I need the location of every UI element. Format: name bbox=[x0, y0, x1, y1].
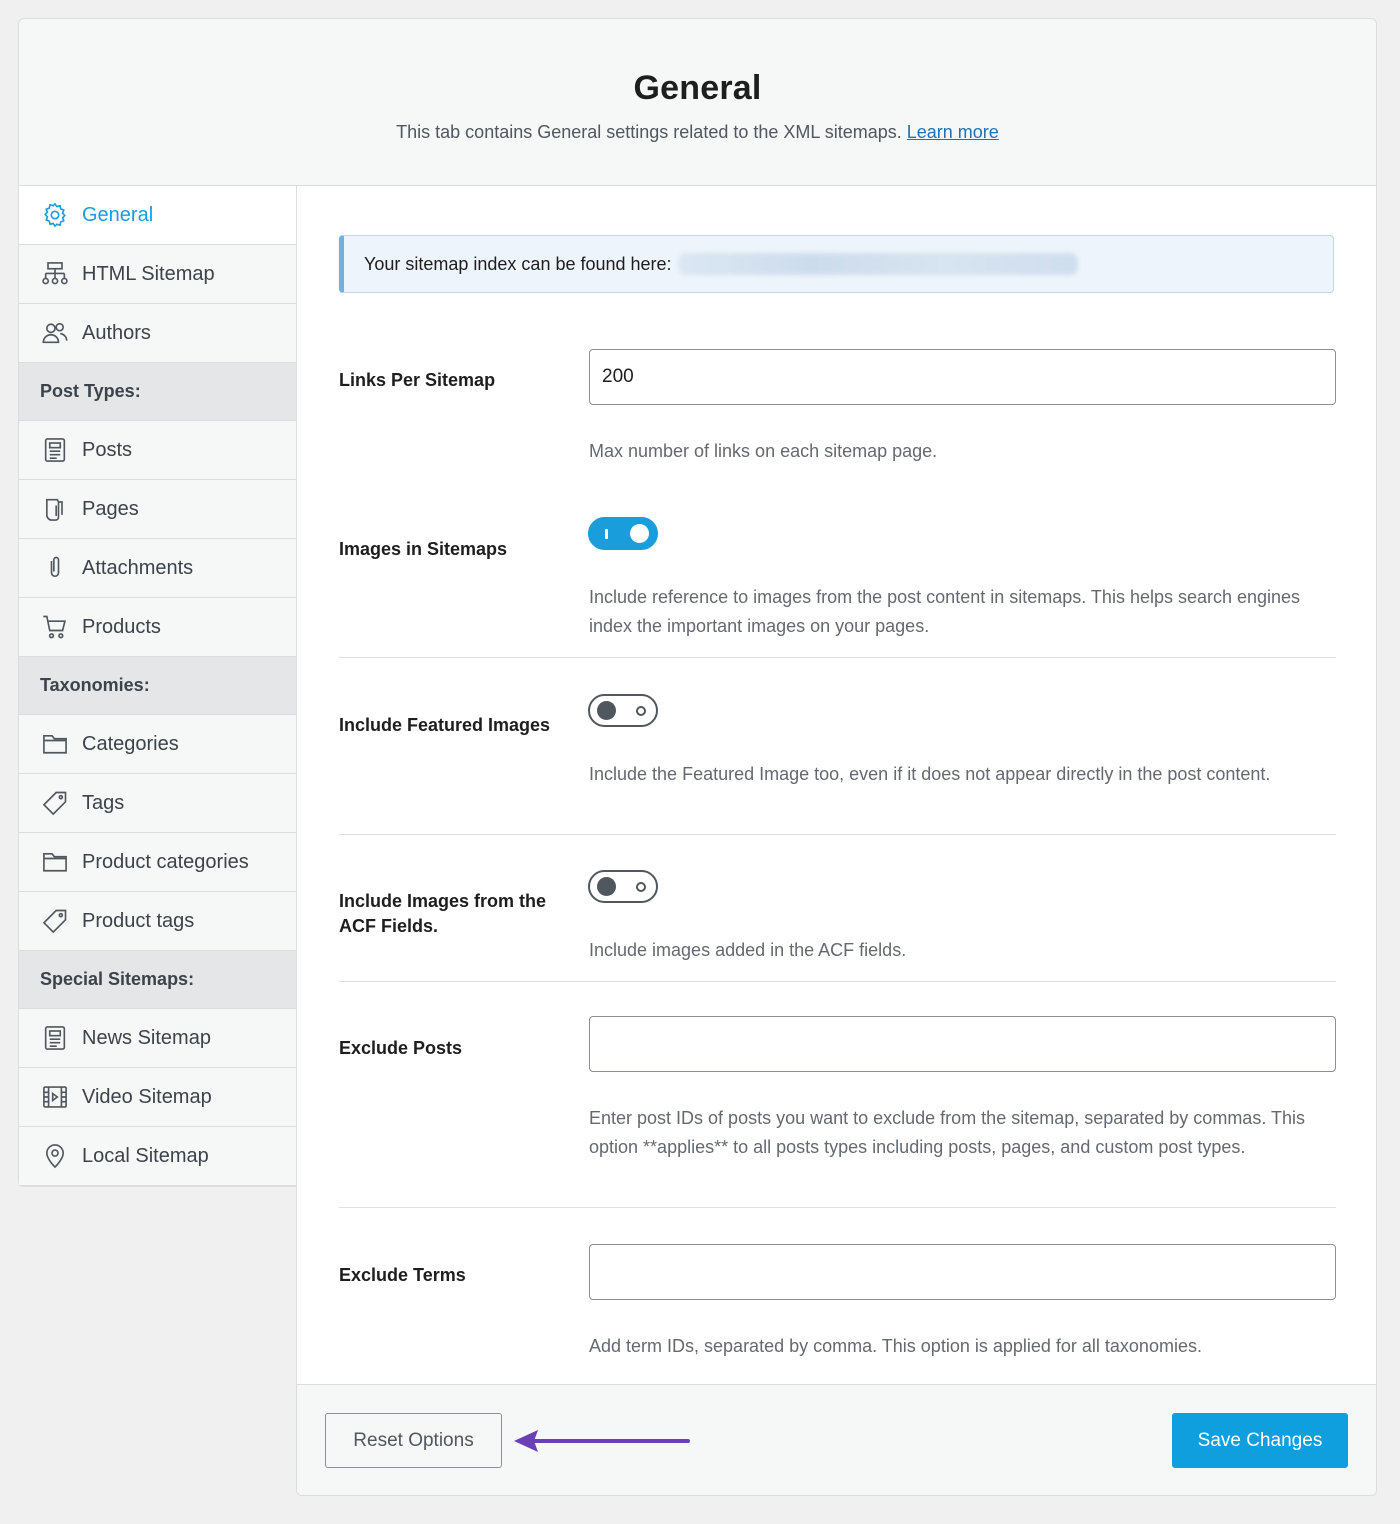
sidebar-item-product-categories[interactable]: Product categories bbox=[19, 833, 297, 892]
sidebar-item-label: Product tags bbox=[82, 909, 195, 932]
include-acf-images-description: Include images added in the ACF fields. bbox=[589, 940, 907, 960]
divider bbox=[339, 657, 1336, 658]
tag-icon bbox=[40, 906, 70, 936]
sitemap-index-notice: Your sitemap index can be found here: bbox=[339, 235, 1334, 293]
links-per-sitemap-description: Max number of links on each sitemap page… bbox=[589, 441, 938, 461]
toggle-knob bbox=[630, 524, 649, 543]
redacted-sitemap-url bbox=[677, 253, 1078, 275]
sidebar-item-label: Attachments bbox=[82, 556, 194, 579]
links-per-sitemap-input[interactable] bbox=[589, 349, 1336, 405]
sidebar-item-attachments[interactable]: Attachments bbox=[19, 539, 297, 598]
location-pin-icon bbox=[40, 1141, 70, 1171]
page-description: This tab contains General settings relat… bbox=[19, 122, 1376, 143]
include-featured-images-toggle[interactable] bbox=[588, 694, 658, 727]
sidebar-item-label: General bbox=[82, 203, 154, 226]
exclude-posts-input[interactable] bbox=[589, 1016, 1336, 1072]
save-changes-button[interactable]: Save Changes bbox=[1172, 1413, 1348, 1468]
toggle-knob bbox=[597, 877, 616, 896]
news-icon bbox=[40, 1023, 70, 1053]
exclude-posts-description: Enter post IDs of posts you want to excl… bbox=[589, 1108, 1306, 1157]
learn-more-link[interactable]: Learn more bbox=[907, 122, 999, 142]
page-icon bbox=[40, 494, 70, 524]
sidebar-item-product-tags[interactable]: Product tags bbox=[19, 892, 297, 951]
exclude-terms-description: Add term IDs, separated by comma. This o… bbox=[589, 1336, 1202, 1356]
include-acf-images-toggle[interactable] bbox=[588, 870, 658, 903]
sidebar-item-local-sitemap[interactable]: Local Sitemap bbox=[19, 1127, 297, 1186]
settings-content: Your sitemap index can be found here: Li… bbox=[296, 186, 1377, 1496]
cart-icon bbox=[40, 612, 70, 642]
sidebar-heading-special-sitemaps: Special Sitemaps: bbox=[19, 951, 297, 1009]
video-icon bbox=[40, 1082, 70, 1112]
sidebar-item-label: HTML Sitemap bbox=[82, 262, 215, 285]
page-description-text: This tab contains General settings relat… bbox=[396, 122, 902, 142]
reset-options-button[interactable]: Reset Options bbox=[325, 1413, 502, 1468]
divider bbox=[339, 834, 1336, 835]
include-acf-images-label: Include Images from the ACF Fields. bbox=[339, 891, 547, 936]
folder-icon bbox=[40, 729, 70, 759]
sidebar-item-label: Video Sitemap bbox=[82, 1085, 212, 1108]
sidebar-item-label: Pages bbox=[82, 497, 139, 520]
sidebar-item-label: News Sitemap bbox=[82, 1026, 211, 1049]
exclude-posts-label: Exclude Posts bbox=[339, 1038, 463, 1058]
sitemap-icon bbox=[40, 259, 70, 289]
sidebar-item-label: Posts bbox=[82, 438, 133, 461]
images-in-sitemaps-label: Images in Sitemaps bbox=[339, 539, 508, 559]
sidebar-item-label: Product categories bbox=[82, 850, 249, 873]
sidebar-item-categories[interactable]: Categories bbox=[19, 715, 297, 774]
sidebar-item-label: Local Sitemap bbox=[82, 1144, 209, 1167]
users-icon bbox=[40, 318, 70, 348]
sidebar-item-products[interactable]: Products bbox=[19, 598, 297, 657]
sidebar-item-pages[interactable]: Pages bbox=[19, 480, 297, 539]
sidebar-item-html-sitemap[interactable]: HTML Sitemap bbox=[19, 245, 297, 304]
toggle-off-mark bbox=[636, 706, 646, 716]
post-icon bbox=[40, 435, 70, 465]
sidebar-heading-taxonomies: Taxonomies: bbox=[19, 657, 297, 715]
divider bbox=[339, 1207, 1336, 1208]
images-in-sitemaps-description: Include reference to images from the pos… bbox=[589, 587, 1301, 636]
sidebar-item-general[interactable]: General bbox=[19, 186, 297, 245]
toggle-on-mark bbox=[605, 529, 608, 539]
toggle-off-mark bbox=[636, 882, 646, 892]
sidebar-item-label: Authors bbox=[82, 321, 151, 344]
links-per-sitemap-label: Links Per Sitemap bbox=[339, 370, 496, 390]
sidebar-item-authors[interactable]: Authors bbox=[19, 304, 297, 363]
exclude-terms-label: Exclude Terms bbox=[339, 1265, 466, 1285]
divider bbox=[339, 981, 1336, 982]
notice-text: Your sitemap index can be found here: bbox=[364, 253, 672, 274]
include-featured-images-label: Include Featured Images bbox=[339, 715, 551, 735]
page-header: General This tab contains General settin… bbox=[18, 18, 1377, 186]
include-featured-images-description: Include the Featured Image too, even if … bbox=[589, 764, 1271, 784]
settings-footer: Reset Options Save Changes bbox=[297, 1384, 1376, 1495]
paperclip-icon bbox=[40, 553, 70, 583]
exclude-terms-input[interactable] bbox=[589, 1244, 1336, 1300]
folder-icon bbox=[40, 847, 70, 877]
sidebar-item-news-sitemap[interactable]: News Sitemap bbox=[19, 1009, 297, 1068]
toggle-knob bbox=[597, 701, 616, 720]
sidebar-item-label: Categories bbox=[82, 732, 179, 755]
sidebar: General HTML Sitemap Authors Post Types:… bbox=[18, 186, 297, 1187]
settings-panel: General This tab contains General settin… bbox=[18, 18, 1377, 1496]
sidebar-item-label: Tags bbox=[82, 791, 125, 814]
images-in-sitemaps-toggle[interactable] bbox=[588, 517, 658, 550]
sidebar-item-posts[interactable]: Posts bbox=[19, 421, 297, 480]
sidebar-item-video-sitemap[interactable]: Video Sitemap bbox=[19, 1068, 297, 1127]
annotation-arrow-icon bbox=[514, 1430, 690, 1452]
gear-icon bbox=[40, 200, 70, 230]
page-title: General bbox=[633, 69, 762, 107]
sidebar-item-label: Products bbox=[82, 615, 161, 638]
tag-icon bbox=[40, 788, 70, 818]
sidebar-heading-post-types: Post Types: bbox=[19, 363, 297, 421]
sidebar-item-tags[interactable]: Tags bbox=[19, 774, 297, 833]
